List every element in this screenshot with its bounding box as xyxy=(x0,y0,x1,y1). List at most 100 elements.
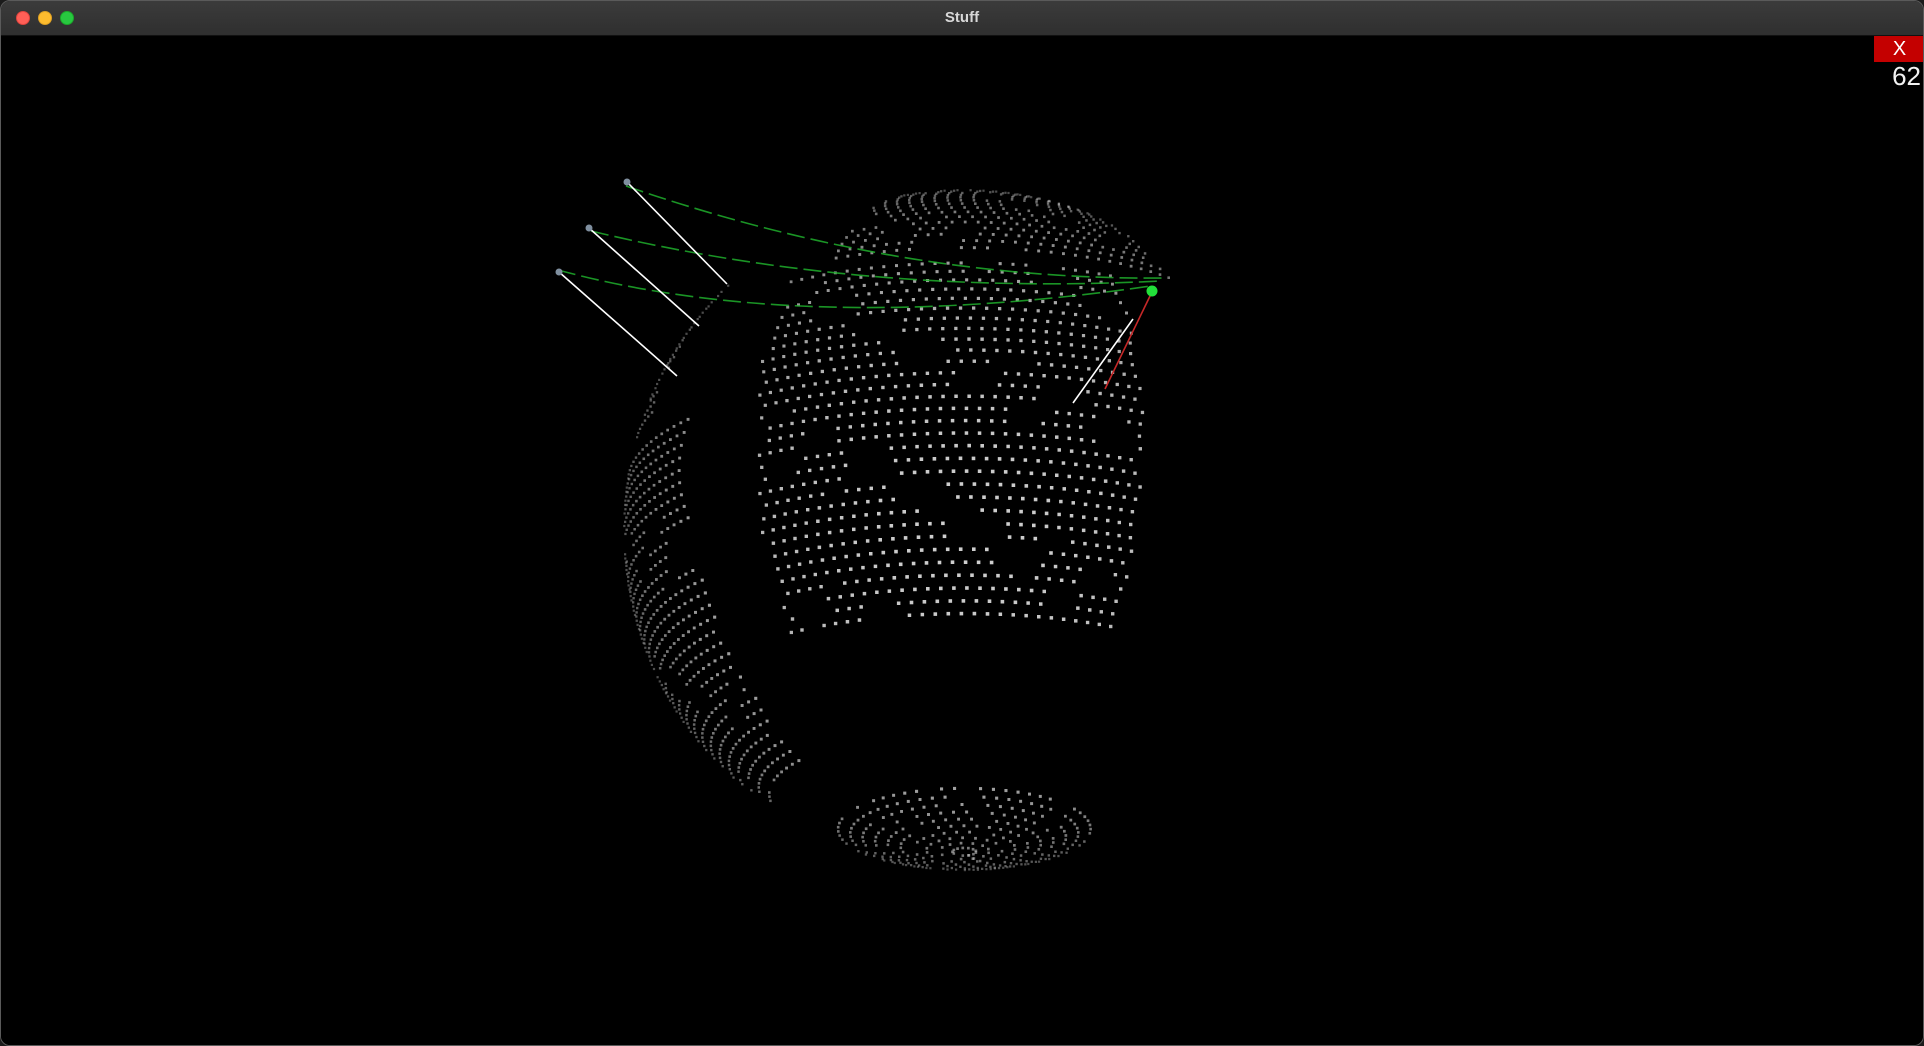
land-dot xyxy=(887,373,891,378)
land-dot xyxy=(1019,522,1023,527)
land-dot xyxy=(956,847,959,850)
land-dot xyxy=(1085,270,1089,274)
globe-scene[interactable] xyxy=(1,36,1924,1046)
land-dot xyxy=(1041,814,1044,818)
land-dot xyxy=(891,497,895,502)
land-dot xyxy=(1088,608,1092,612)
land-dot xyxy=(804,340,808,344)
land-dot xyxy=(875,590,879,594)
land-dot xyxy=(1079,286,1083,290)
land-dot xyxy=(903,536,908,540)
land-dot xyxy=(1030,235,1033,239)
land-dot xyxy=(862,591,867,596)
land-dot xyxy=(625,516,628,519)
land-dot xyxy=(644,646,647,649)
land-dot xyxy=(1023,458,1028,462)
land-dot xyxy=(630,563,633,566)
land-dot xyxy=(1007,317,1012,321)
land-dot xyxy=(918,227,922,231)
land-dot xyxy=(658,560,662,563)
land-dot xyxy=(664,541,668,545)
land-dot xyxy=(649,462,653,466)
land-dot xyxy=(648,642,651,646)
title-bar[interactable]: Stuff xyxy=(1,1,1923,36)
land-dot xyxy=(881,796,885,800)
close-button[interactable]: X xyxy=(1874,36,1923,62)
land-dot xyxy=(741,783,744,786)
land-dot xyxy=(836,426,840,431)
land-dot xyxy=(686,585,690,589)
land-dot xyxy=(823,281,827,285)
land-dot xyxy=(1006,327,1010,331)
land-dot xyxy=(892,793,896,797)
land-dot xyxy=(641,546,644,550)
render-viewport[interactable]: X 62 xyxy=(1,36,1924,1046)
land-dot xyxy=(839,402,844,406)
land-dot xyxy=(946,196,949,199)
land-dot xyxy=(827,530,832,535)
land-dot xyxy=(1107,359,1111,363)
land-dot xyxy=(879,577,884,581)
land-dot xyxy=(640,616,643,619)
land-dot xyxy=(758,393,762,397)
land-dot xyxy=(637,628,641,631)
land-dot xyxy=(864,526,868,530)
land-dot xyxy=(1010,198,1014,201)
land-dot xyxy=(1128,242,1131,246)
land-dot xyxy=(1067,239,1070,243)
land-dot xyxy=(1071,322,1075,326)
land-dot xyxy=(1099,218,1102,221)
land-dot xyxy=(1111,282,1114,286)
land-dot xyxy=(972,865,975,868)
land-dot xyxy=(678,672,681,676)
land-dot xyxy=(857,487,861,492)
land-dot xyxy=(641,448,644,451)
land-dot xyxy=(703,591,707,595)
land-dot xyxy=(1033,536,1038,541)
land-dot xyxy=(964,431,969,435)
land-dot xyxy=(985,482,990,487)
land-dot xyxy=(666,428,669,432)
land-dot xyxy=(1067,411,1071,416)
land-dot xyxy=(853,540,857,545)
land-dot xyxy=(1061,552,1066,556)
land-dot xyxy=(703,744,706,748)
land-dot xyxy=(699,652,703,656)
land-dot xyxy=(782,344,786,348)
land-dot xyxy=(1082,226,1085,229)
land-dot xyxy=(625,528,628,531)
link-line xyxy=(1104,293,1152,390)
land-dot xyxy=(898,562,903,567)
land-dot xyxy=(869,266,873,270)
land-dot xyxy=(762,517,766,521)
land-dot xyxy=(953,189,956,192)
land-dot xyxy=(864,342,868,346)
land-dot xyxy=(889,510,894,515)
land-dot xyxy=(730,727,734,731)
land-dot xyxy=(1027,209,1031,213)
land-dot xyxy=(940,787,944,791)
land-dot xyxy=(1103,289,1106,293)
land-dot xyxy=(829,325,833,330)
land-dot xyxy=(968,830,971,834)
land-dot xyxy=(1078,811,1082,815)
land-dot xyxy=(1016,824,1020,828)
land-dot xyxy=(1078,303,1082,307)
land-dot xyxy=(664,488,668,492)
land-dot xyxy=(635,465,638,469)
land-dot xyxy=(954,443,958,448)
land-dot xyxy=(1064,814,1067,818)
land-dot xyxy=(625,486,628,489)
land-dot xyxy=(1050,845,1053,848)
land-dot xyxy=(1094,238,1097,242)
land-dot xyxy=(1129,408,1133,412)
land-dot xyxy=(837,249,840,253)
land-dot xyxy=(892,851,895,855)
land-dot xyxy=(837,378,841,383)
land-dot xyxy=(864,853,868,856)
land-dot xyxy=(683,602,687,606)
land-dot xyxy=(1014,240,1017,244)
land-dot xyxy=(806,329,810,333)
land-dot xyxy=(969,495,973,499)
land-dot xyxy=(902,328,906,332)
